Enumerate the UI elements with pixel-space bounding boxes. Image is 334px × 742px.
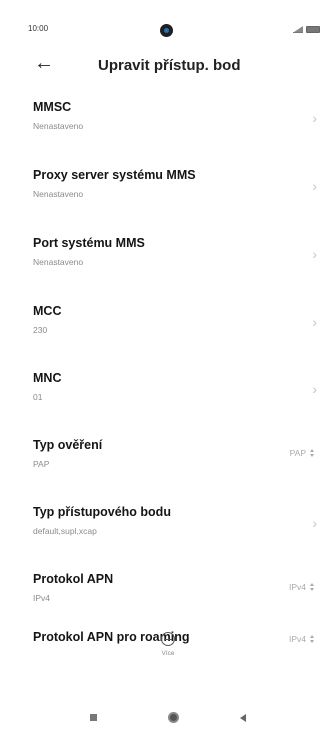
- dropdown-value-text: IPv4: [288, 634, 306, 644]
- chevron-right-icon: ›: [312, 178, 317, 194]
- list-item-title: Protokol APN: [33, 572, 114, 586]
- list-item-apn-protocol[interactable]: Protokol APN IPv4 IPv4: [0, 564, 334, 624]
- dropdown-value[interactable]: PAP: [290, 448, 316, 458]
- up-down-arrows-icon: [309, 583, 316, 591]
- more-label: Více: [161, 650, 175, 657]
- signal-icon: [293, 26, 303, 33]
- front-camera: [160, 24, 173, 37]
- list-item-subtitle: default,supl,xcap: [33, 526, 97, 536]
- list-item-title: Proxy server systému MMS: [33, 168, 196, 182]
- page-title: Upravit přístup. bod: [98, 57, 241, 74]
- list-item-mmsc[interactable]: MMSC Nenastaveno ›: [0, 92, 334, 152]
- status-bar: 10:00: [0, 0, 334, 40]
- list-item-subtitle: 01: [33, 392, 43, 402]
- chevron-right-icon: ›: [312, 110, 317, 126]
- up-down-arrows-icon: [309, 635, 316, 643]
- status-icons: [293, 26, 320, 33]
- up-down-arrows-icon: [309, 449, 316, 457]
- list-item-title: Typ přístupového bodu: [33, 505, 171, 519]
- list-item-subtitle: Nenastaveno: [33, 121, 84, 131]
- list-item-auth-type[interactable]: Typ ověření PAP PAP: [0, 430, 334, 490]
- list-item-subtitle: Nenastaveno: [33, 189, 84, 199]
- list-item-title: MMSC: [33, 100, 72, 114]
- list-item-title: MCC: [33, 304, 62, 318]
- list-item-apn-type[interactable]: Typ přístupového bodu default,supl,xcap …: [0, 497, 334, 557]
- chevron-right-icon: ›: [312, 314, 317, 330]
- list-item-title: Typ ověření: [33, 438, 103, 452]
- list-item-mms-proxy[interactable]: Proxy server systému MMS Nenastaveno ›: [0, 160, 334, 220]
- list-item-subtitle: 230: [33, 325, 48, 335]
- battery-icon: [306, 26, 320, 33]
- list-item-subtitle: IPv4: [33, 593, 51, 603]
- home-icon[interactable]: [168, 712, 179, 723]
- list-item-mcc[interactable]: MCC 230 ›: [0, 296, 334, 356]
- list-item-subtitle: Nenastaveno: [33, 257, 84, 267]
- list-item-mnc[interactable]: MNC 01 ›: [0, 363, 334, 423]
- list-item-title: MNC: [33, 371, 62, 385]
- status-time: 10:00: [28, 24, 49, 33]
- navigation-bar: [0, 700, 334, 742]
- list-item-mms-port[interactable]: Port systému MMS Nenastaveno ›: [0, 228, 334, 288]
- chevron-right-icon: ›: [312, 381, 317, 397]
- chevron-right-icon: ›: [312, 515, 317, 531]
- dropdown-value[interactable]: IPv4: [289, 634, 316, 644]
- dropdown-value-text: IPv4: [288, 582, 306, 592]
- list-item-subtitle: PAP: [33, 459, 50, 469]
- app-bar: ← Upravit přístup. bod: [0, 48, 334, 80]
- dropdown-value-text: PAP: [289, 448, 306, 458]
- recent-apps-icon[interactable]: [90, 714, 97, 721]
- more-button[interactable]: Více: [148, 632, 188, 664]
- dropdown-value[interactable]: IPv4: [289, 582, 316, 592]
- back-triangle-icon[interactable]: [240, 714, 246, 722]
- chevron-right-icon: ›: [312, 246, 317, 262]
- screen: 10:00 ← Upravit přístup. bod MMSC Nenast…: [0, 0, 334, 742]
- minus-circle-icon: [161, 632, 175, 646]
- arrow-left-icon[interactable]: ←: [34, 53, 54, 73]
- list-item-title: Port systému MMS: [33, 236, 145, 250]
